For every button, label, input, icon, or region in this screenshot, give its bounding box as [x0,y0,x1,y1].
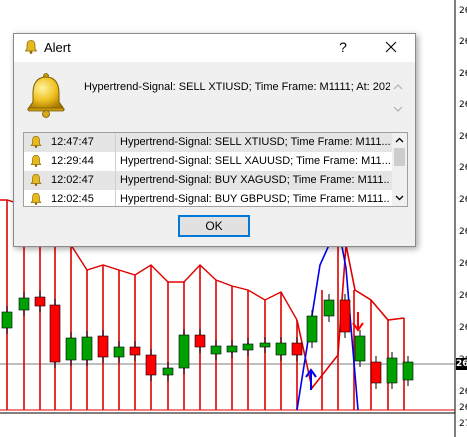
price-scale-label: 26 [459,387,467,397]
help-button[interactable]: ? [332,36,354,58]
candle-body [354,335,366,362]
price-scale-label: 26 [459,6,467,16]
dialog-title: Alert [44,40,71,55]
scroll-down-icon [393,106,403,112]
alert-history-list[interactable]: 12:47:47 Hypertrend-Signal: SELL XTIUSD; … [23,132,408,207]
message-scrollbar[interactable] [391,72,405,124]
bell-icon [29,192,43,206]
candle-body [49,304,61,363]
candle-body [65,337,77,361]
list-item[interactable]: 12:47:47 Hypertrend-Signal: SELL XTIUSD; … [24,133,392,152]
scroll-down-icon[interactable] [395,195,404,201]
candle-body [97,335,109,358]
close-icon [385,41,397,53]
bell-icon [23,39,39,55]
list-scrollbar[interactable] [392,133,407,206]
candle-body [81,336,93,361]
candle-body [306,315,318,343]
list-item[interactable]: 12:02:47 Hypertrend-Signal: BUY XAGUSD; T… [24,171,392,190]
candle-body [178,334,190,369]
price-scale-label: 26 [459,259,467,269]
title-bar: Alert ? [14,34,415,62]
scroll-up-icon[interactable] [395,137,404,143]
list-item[interactable]: 12:02:45 Hypertrend-Signal: BUY GBPUSD; T… [24,190,392,206]
candle-body [34,296,46,307]
alert-text: Hypertrend-Signal: BUY GBPUSD; Time Fram… [120,193,390,205]
close-button[interactable] [378,36,404,58]
alert-message: Hypertrend-Signal: SELL XTIUSD; Time Fra… [84,81,390,93]
candle-body [162,367,174,376]
price-scale-label: 26 [459,100,467,110]
bell-icon [29,135,43,149]
price-scale-label: 26 [459,323,467,333]
price-scale-label: 26 [459,291,467,301]
candle-body [370,361,382,384]
price-scale-label: 26 [459,163,467,173]
candle-body [242,343,254,351]
candle-body [194,334,206,348]
alert-text: Hypertrend-Signal: SELL XTIUSD; Time Fra… [120,136,390,148]
column-divider [115,133,116,152]
candle-body [226,345,238,353]
time-scale-label: 27 [459,419,467,429]
candle-body [323,299,335,317]
alert-time: 12:47:47 [51,136,94,148]
bell-icon [29,154,43,168]
price-scale-label: 26 [459,227,467,237]
price-scale-label: 26 [459,403,467,413]
scroll-thumb[interactable] [394,148,405,166]
buy-arrow-icon [305,368,317,390]
list-item[interactable]: 12:29:44 Hypertrend-Signal: SELL XAUUSD; … [24,152,392,171]
alert-text: Hypertrend-Signal: SELL XAUUSD; Time Fra… [120,155,390,167]
price-scale-label: 26 [459,195,467,205]
alert-dialog: Alert ? Hypertrend-Signal: SELL XTIUSD; … [13,33,416,247]
current-price-tag: 26 [456,358,467,370]
candle-body [402,361,414,381]
price-scale-label: 26 [459,69,467,79]
alert-message-box[interactable]: Hypertrend-Signal: SELL XTIUSD; Time Fra… [82,72,390,124]
alert-bell-icon [24,72,68,118]
candle-body [129,346,141,356]
candle-body [339,299,351,333]
alert-time: 12:29:44 [51,155,94,167]
candle-body [291,342,303,356]
scroll-up-icon [393,84,403,90]
bell-icon [29,173,43,187]
candle-body [145,354,157,376]
alert-time: 12:02:45 [51,193,94,205]
column-divider [115,152,116,171]
price-scale-label: 26 [459,132,467,142]
candle-body [259,342,271,348]
candle-body [386,357,398,384]
column-divider [115,190,116,206]
ok-button[interactable]: OK [178,215,250,237]
alert-text: Hypertrend-Signal: BUY XAGUSD; Time Fram… [120,174,390,186]
candle-body [1,311,13,329]
candle-body [275,342,287,356]
candle-body [210,345,222,355]
column-divider [115,171,116,190]
alert-time: 12:02:47 [51,174,94,186]
candle-body [18,297,30,311]
price-scale-label: 26 [459,37,467,47]
candle-body [113,346,125,358]
